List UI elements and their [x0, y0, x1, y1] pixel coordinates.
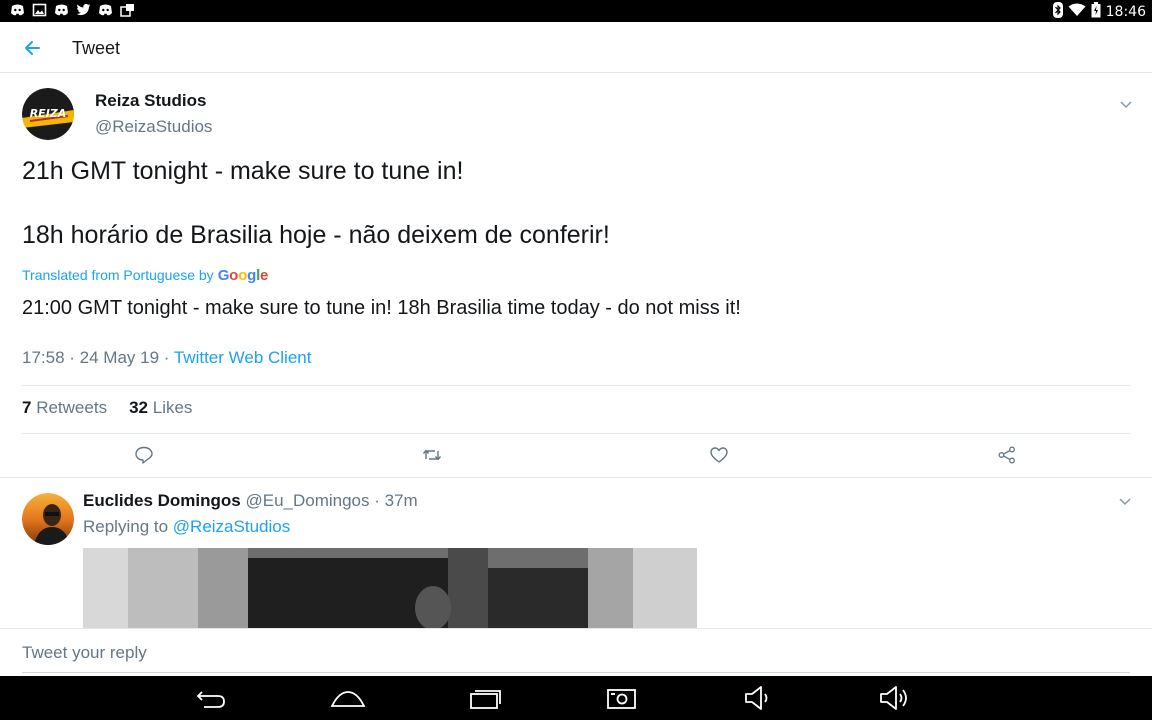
google-logo-letter: e	[260, 267, 269, 284]
translation-attribution: Translated from Portuguese by Google	[22, 267, 268, 284]
tweet-options-button[interactable]	[1118, 96, 1134, 112]
share-icon	[998, 446, 1015, 464]
reply-author-meta: @Eu_Domingos · 37m	[240, 491, 418, 510]
translated-label: Translated from Portuguese by	[22, 267, 214, 283]
status-bar: 18:46	[0, 0, 1152, 22]
likes-stat[interactable]: 32 Likes	[129, 398, 192, 418]
reply-input[interactable]: Tweet your reply	[22, 643, 147, 663]
nav-recents-button[interactable]	[468, 684, 502, 712]
volume-up-icon	[880, 686, 907, 710]
retweets-stat[interactable]: 7 Retweets	[22, 398, 107, 418]
retweet-icon	[422, 449, 442, 461]
back-icon	[196, 691, 225, 708]
app-header: Tweet	[0, 22, 1152, 73]
author-handle[interactable]: @ReizaStudios	[95, 117, 212, 137]
reply-options-button[interactable]	[1117, 493, 1133, 509]
divider	[22, 433, 1130, 434]
tweet-source-link[interactable]: Twitter Web Client	[174, 348, 312, 367]
avatar[interactable]	[22, 493, 74, 545]
notification-icons	[10, 3, 135, 17]
avatar-logo-text: REIZA	[30, 107, 67, 120]
reply-button[interactable]	[134, 445, 154, 465]
bluetooth-icon	[1052, 2, 1063, 21]
tweet-meta: 17:58 · 24 May 19 · Twitter Web Client	[22, 348, 311, 368]
replying-label: Replying to	[83, 517, 173, 536]
input-underline	[22, 672, 1130, 673]
system-status: 18:46	[1052, 2, 1146, 21]
twitter-icon	[76, 3, 91, 17]
chevron-down-icon	[1119, 498, 1131, 506]
share-button[interactable]	[997, 445, 1017, 465]
wifi-icon	[1068, 3, 1086, 20]
page-title: Tweet	[72, 38, 121, 58]
tweet-stats: 7 Retweets 32 Likes	[22, 398, 192, 418]
avatar[interactable]: REIZA	[22, 88, 74, 140]
app-icon	[120, 3, 135, 17]
replying-to-link[interactable]: @ReizaStudios	[173, 517, 290, 536]
chevron-down-icon	[1120, 101, 1132, 109]
nav-screenshot-button[interactable]	[605, 684, 639, 712]
divider	[22, 385, 1130, 386]
tweet-text-line-1: 21h GMT tonight - make sure to tune in!	[22, 157, 464, 185]
recents-icon	[470, 690, 501, 709]
reply-author-name[interactable]: Euclides Domingos	[83, 491, 241, 510]
system-nav-bar	[0, 676, 1152, 720]
retweets-label: Retweets	[36, 398, 108, 417]
tweet-text-line-2: 18h horário de Brasilia hoje - não deixe…	[22, 221, 610, 249]
reply-icon	[135, 446, 153, 464]
divider	[0, 477, 1152, 478]
reply-media-image[interactable]	[83, 548, 697, 628]
author-name[interactable]: Reiza Studios	[95, 91, 206, 111]
arrow-left-icon	[25, 41, 40, 55]
nav-home-button[interactable]	[330, 684, 366, 712]
discord-icon	[10, 3, 25, 17]
google-logo-letter: o	[229, 267, 239, 284]
translated-text: 21:00 GMT tonight - make sure to tune in…	[22, 297, 741, 319]
likes-label: Likes	[152, 398, 193, 417]
discord-icon	[98, 3, 113, 17]
likes-count: 32	[129, 398, 148, 417]
reply-header: Euclides Domingos @Eu_Domingos · 37m	[83, 491, 418, 511]
nav-back-button[interactable]	[194, 684, 228, 712]
volume-down-icon	[745, 686, 768, 710]
like-button[interactable]	[709, 445, 729, 465]
nav-volume-down-button[interactable]	[742, 684, 776, 712]
clock: 18:46	[1105, 3, 1146, 20]
replying-to: Replying to @ReizaStudios	[83, 517, 290, 537]
heart-icon	[710, 447, 728, 463]
battery-icon	[1091, 2, 1101, 21]
retweets-count: 7	[22, 398, 32, 417]
discord-icon	[54, 3, 69, 17]
reply-composer: Tweet your reply	[0, 628, 1152, 676]
back-button[interactable]	[20, 35, 46, 61]
home-icon	[330, 691, 366, 707]
google-logo-letter: g	[247, 267, 257, 284]
retweet-button[interactable]	[422, 445, 442, 465]
google-logo-letter: G	[217, 267, 230, 284]
camera-icon	[607, 689, 636, 709]
google-logo: Google	[218, 267, 269, 284]
google-logo-letter: o	[238, 267, 248, 284]
nav-volume-up-button[interactable]	[878, 684, 912, 712]
image-icon	[32, 3, 47, 17]
tweet-timestamp: 17:58 · 24 May 19 ·	[22, 348, 174, 367]
